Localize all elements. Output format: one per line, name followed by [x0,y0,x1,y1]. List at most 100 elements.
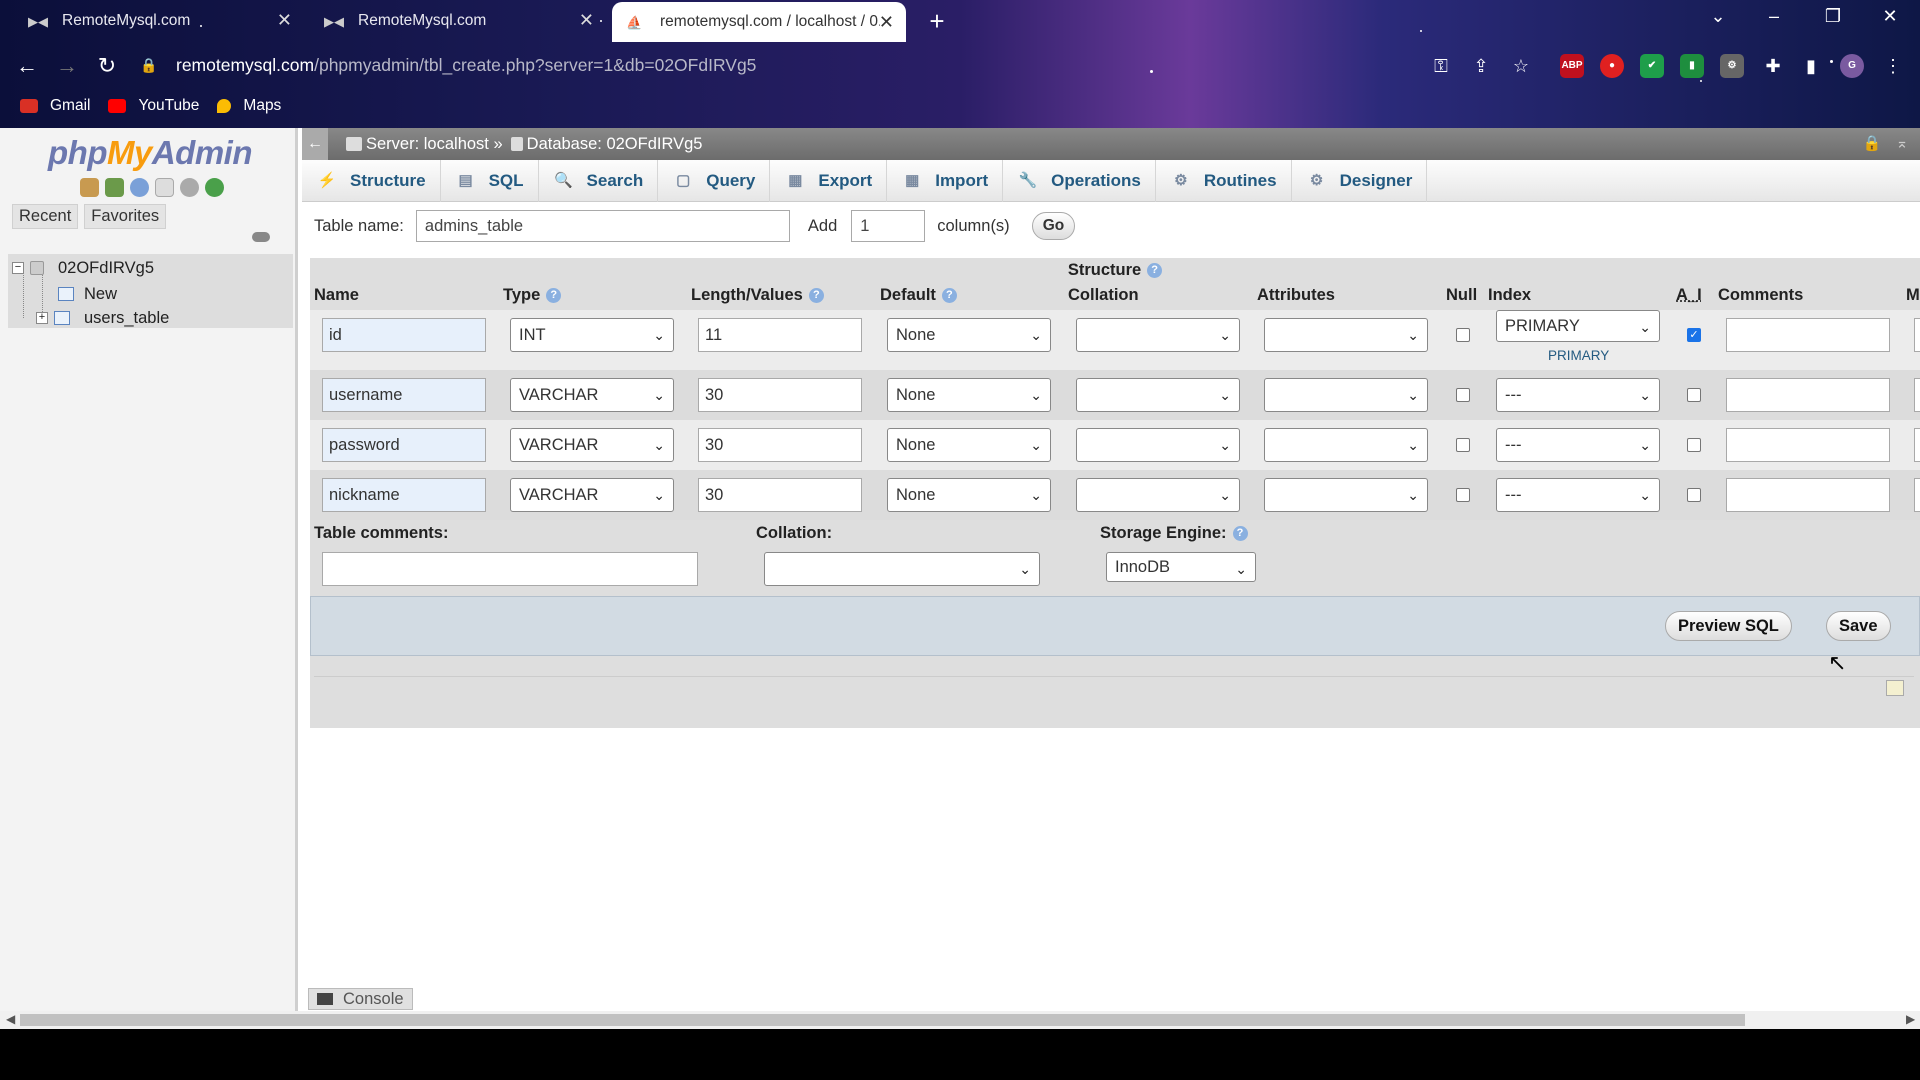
console-toggle[interactable]: Console [308,988,413,1010]
help-icon[interactable]: ? [1147,263,1163,279]
null-checkbox[interactable] [1456,438,1470,452]
index-select[interactable]: PRIMARY ⌄ [1496,310,1660,342]
collation-select[interactable]: ⌄ [1076,428,1240,462]
window-close-button[interactable]: ✕ [1870,6,1910,27]
storage-engine-select[interactable]: InnoDB ⌄ [1106,552,1256,582]
database-name[interactable]: 02OFdIRVg5 [58,259,154,278]
length-input[interactable]: 11 [698,318,862,352]
attributes-select[interactable]: ⌄ [1264,478,1428,512]
tree-database-row[interactable]: − 02OFdIRVg5 [12,256,154,280]
browser-tab-1[interactable]: ▶◀ RemoteMysql.com ✕ [14,0,304,42]
tab-export[interactable]: ▦ Export [770,160,888,202]
horizontal-scrollbar[interactable]: ◀ ▶ [0,1011,1920,1029]
robot-extension-icon[interactable]: ⚙ [1720,54,1744,78]
collation-select[interactable]: ⌄ [1076,378,1240,412]
null-checkbox[interactable] [1456,328,1470,342]
restore-button[interactable]: ❐ [1813,6,1853,27]
expand-toggle-icon[interactable]: + [36,312,48,324]
help-icon[interactable]: ? [1232,526,1248,542]
tab-structure[interactable]: ⚡ Structure [302,160,441,202]
profile-avatar[interactable]: G [1840,54,1864,78]
type-select[interactable]: VARCHAR ⌄ [510,428,674,462]
page-settings-icon[interactable] [1886,680,1904,696]
phpmyadmin-logo[interactable]: phpMyAdmin [48,134,253,172]
collation-select[interactable]: ⌄ [1076,318,1240,352]
docs-icon[interactable] [155,178,174,197]
column-name-input[interactable]: nickname [322,478,486,512]
tree-item-label[interactable]: New [84,285,117,304]
type-select[interactable]: INT ⌄ [510,318,674,352]
scroll-right-arrow-icon[interactable]: ▶ [1906,1012,1915,1026]
auto-increment-checkbox[interactable]: ✓ [1687,328,1701,342]
bookmark-youtube[interactable]: YouTube [108,97,199,115]
close-icon[interactable]: ✕ [579,10,594,31]
table-comments-input[interactable] [322,552,698,586]
settings-gear-icon[interactable] [180,178,199,197]
bookmark-maps[interactable]: Maps [217,97,281,115]
scroll-left-arrow-icon[interactable]: ◀ [6,1012,15,1026]
move-column-input[interactable] [1914,428,1920,462]
minimize-button[interactable]: – [1754,6,1794,27]
attributes-select[interactable]: ⌄ [1264,378,1428,412]
column-name-input[interactable]: username [322,378,486,412]
default-select[interactable]: None ⌄ [887,478,1051,512]
tab-import[interactable]: ▦ Import [887,160,1004,202]
tree-item-users-table[interactable]: + users_table [36,306,169,330]
move-column-input[interactable] [1914,318,1920,352]
preview-sql-button[interactable]: Preview SQL [1665,611,1792,641]
length-input[interactable]: 30 [698,428,862,462]
help-icon[interactable]: ? [808,288,824,304]
back-button[interactable]: ← [12,52,42,80]
new-tab-button[interactable]: + [922,6,952,36]
auto-increment-checkbox[interactable] [1687,488,1701,502]
breadcrumb-database[interactable]: Database: 02OFdIRVg5 [510,135,702,154]
address-bar[interactable]: 🔒 remotemysql.com /phpmyadmin/tbl_create… [140,47,1520,83]
index-select[interactable]: --- ⌄ [1496,378,1660,412]
index-select[interactable]: --- ⌄ [1496,478,1660,512]
move-column-input[interactable] [1914,378,1920,412]
comments-input[interactable] [1726,318,1890,352]
length-input[interactable]: 30 [698,378,862,412]
auto-increment-checkbox[interactable] [1687,438,1701,452]
save-button[interactable]: Save [1826,611,1891,641]
attributes-select[interactable]: ⌄ [1264,428,1428,462]
browser-tab-2[interactable]: ▶◀ RemoteMysql.com ✕ [310,0,606,42]
type-select[interactable]: VARCHAR ⌄ [510,378,674,412]
red-extension-icon[interactable]: ● [1600,54,1624,78]
tree-item-new[interactable]: New [58,282,117,306]
link-chain-icon[interactable] [252,232,270,242]
move-column-input[interactable] [1914,478,1920,512]
default-select[interactable]: None ⌄ [887,378,1051,412]
forward-button[interactable]: → [52,52,82,80]
tab-designer[interactable]: ⚙ Designer [1292,160,1428,202]
tab-search-icon[interactable]: ⌄ [1698,6,1738,27]
comments-input[interactable] [1726,478,1890,512]
collapse-toggle-icon[interactable]: − [12,262,24,274]
default-select[interactable]: None ⌄ [887,318,1051,352]
sidebar-tab-recent[interactable]: Recent [12,204,79,229]
tab-search[interactable]: 🔍 Search [539,160,659,202]
share-icon[interactable]: ⇪ [1468,54,1494,78]
bookmark-gmail[interactable]: Gmail [20,97,90,115]
length-input[interactable]: 30 [698,478,862,512]
browser-tab-3-active[interactable]: ⛵ remotemysql.com / localhost / 0... ✕ [612,2,906,42]
column-name-input[interactable]: id [322,318,486,352]
null-checkbox[interactable] [1456,388,1470,402]
breadcrumb-server[interactable]: Server: localhost » [346,135,503,154]
tree-item-label[interactable]: users_table [84,309,169,328]
green-extension-icon[interactable]: ▮ [1680,54,1704,78]
scrollbar-thumb[interactable] [20,1014,1745,1026]
home-icon[interactable] [80,178,99,197]
add-columns-input[interactable]: 1 [851,210,926,242]
comments-input[interactable] [1726,428,1890,462]
lock-page-icon[interactable]: 🔒 [1862,134,1882,154]
close-icon[interactable]: ✕ [277,10,292,31]
null-checkbox[interactable] [1456,488,1470,502]
tab-operations[interactable]: 🔧 Operations [1003,160,1156,202]
sidebar-tab-favorites[interactable]: Favorites [84,204,167,229]
index-primary-link[interactable]: PRIMARY [1548,348,1609,363]
default-select[interactable]: None ⌄ [887,428,1051,462]
menu-kebab-icon[interactable]: ⋮ [1880,54,1906,78]
auto-increment-checkbox[interactable] [1687,388,1701,402]
bookmark-star-icon[interactable]: ☆ [1508,54,1534,78]
